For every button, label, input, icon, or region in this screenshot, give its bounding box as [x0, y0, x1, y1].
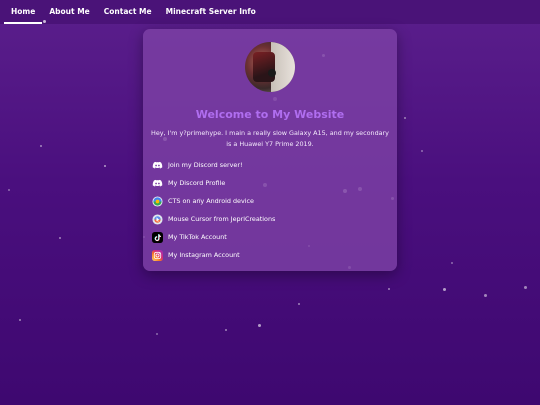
particle — [421, 150, 423, 152]
particle — [298, 303, 300, 305]
link-list: Join my Discord server! My Discord Profi… — [152, 156, 392, 264]
link-label: Join my Discord server! — [168, 161, 243, 169]
particle — [40, 145, 42, 147]
particle — [8, 189, 10, 191]
particle — [443, 288, 446, 291]
link-label: My Instagram Account — [168, 251, 240, 259]
particle — [156, 333, 158, 335]
link-label: My TikTok Account — [168, 233, 227, 241]
tiktok-icon — [152, 231, 163, 243]
particle — [104, 165, 106, 167]
particle — [19, 319, 21, 321]
profile-card: Welcome to My Website Hey, I'm y?primehy… — [143, 29, 397, 271]
page-title: Welcome to My Website — [195, 108, 345, 121]
particle — [388, 288, 390, 290]
android-icon — [152, 195, 163, 207]
particle — [258, 324, 261, 327]
nav-link-home[interactable]: Home — [4, 0, 42, 24]
link-label: Mouse Cursor from JepriCreations — [168, 215, 276, 223]
particle — [524, 286, 527, 289]
particle — [451, 262, 453, 264]
link-mouse-cursor[interactable]: Mouse Cursor from JepriCreations — [152, 210, 392, 228]
nav-link-minecraft-server-info[interactable]: Minecraft Server Info — [159, 0, 263, 24]
link-tiktok[interactable]: My TikTok Account — [152, 228, 392, 246]
link-label: My Discord Profile — [168, 179, 226, 187]
avatar — [245, 42, 295, 92]
nav-link-about-me[interactable]: About Me — [42, 0, 96, 24]
discord-icon — [152, 179, 163, 187]
camera-lens — [268, 69, 276, 77]
phone-image — [253, 52, 275, 82]
particle — [43, 20, 46, 23]
link-instagram[interactable]: My Instagram Account — [152, 246, 392, 264]
link-cts-android[interactable]: CTS on any Android device — [152, 192, 392, 210]
instagram-icon — [152, 249, 163, 261]
discord-icon — [152, 161, 163, 169]
particle — [59, 237, 61, 239]
cursor-app-icon — [152, 213, 163, 225]
particle — [225, 329, 227, 331]
link-discord-server[interactable]: Join my Discord server! — [152, 156, 392, 174]
link-label: CTS on any Android device — [168, 197, 254, 205]
nav-link-contact-me[interactable]: Contact Me — [97, 0, 159, 24]
intro-text: Hey, I'm y?primehype. I main a really sl… — [151, 129, 389, 148]
particle — [484, 294, 487, 297]
link-discord-profile[interactable]: My Discord Profile — [152, 174, 392, 192]
top-navigation: Home About Me Contact Me Minecraft Serve… — [0, 0, 540, 24]
particle — [404, 117, 406, 119]
